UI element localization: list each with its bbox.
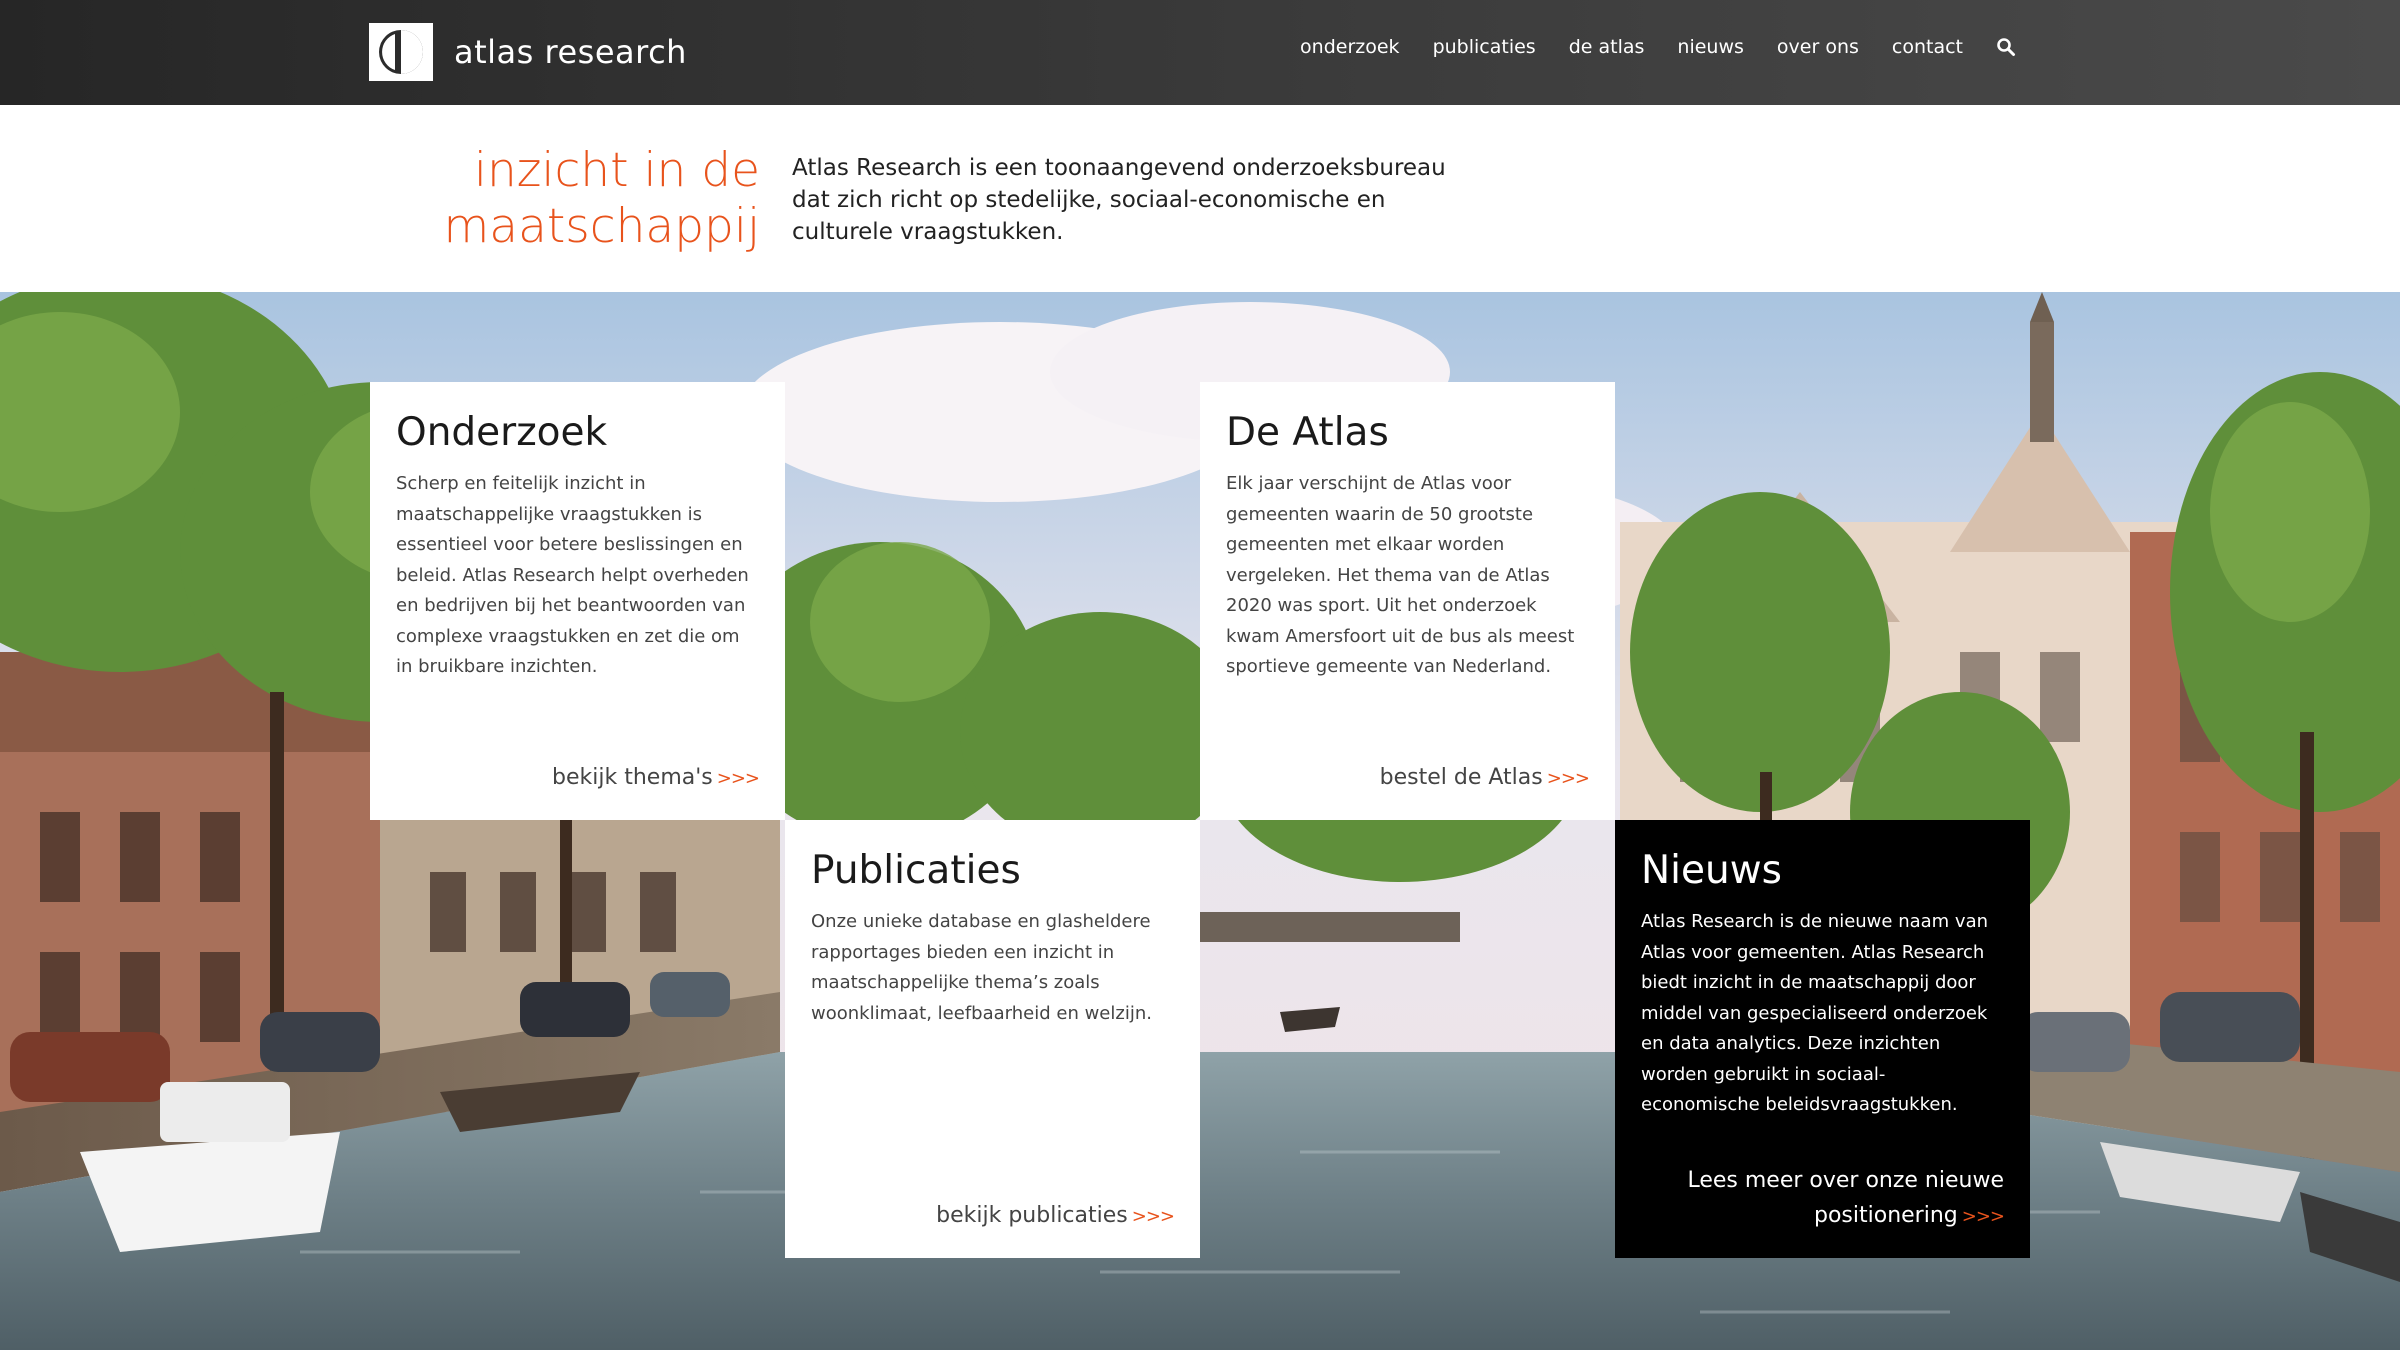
tagline: inzicht in de maatschappij [360, 143, 760, 255]
card-title: Onderzoek [396, 410, 608, 455]
nav-de-atlas[interactable]: de atlas [1569, 36, 1645, 58]
logo-link[interactable]: atlas research [368, 22, 687, 82]
intro-section: inzicht in de maatschappij Atlas Researc… [0, 105, 2400, 292]
hero-section: Onderzoek Scherp en feitelijk inzicht in… [0, 292, 2400, 1350]
intro-text: Atlas Research is een toonaangevend onde… [792, 155, 1446, 245]
card-onderzoek: Onderzoek Scherp en feitelijk inzicht in… [370, 382, 785, 820]
chevrons-right-icon: >>> [1131, 1206, 1175, 1227]
lees-meer-link[interactable]: Lees meer over onze nieuwe positionering… [1644, 1163, 2005, 1234]
card-title: Nieuws [1641, 848, 1782, 893]
nav-contact[interactable]: contact [1892, 36, 1963, 58]
link-label: bekijk publicaties [936, 1203, 1128, 1228]
site-header: atlas research onderzoek publicaties de … [0, 0, 2400, 105]
atlas-logo-icon [369, 23, 433, 81]
tagline-line-2: maatschappij [443, 199, 760, 254]
card-title: De Atlas [1226, 410, 1389, 455]
link-label: bekijk thema's [552, 765, 713, 790]
bekijk-publicaties-link[interactable]: bekijk publicaties >>> [936, 1198, 1175, 1234]
bekijk-themas-link[interactable]: bekijk thema's >>> [552, 760, 760, 796]
link-label: Lees meer over onze nieuwe positionering [1687, 1168, 2004, 1228]
tagline-line-1: inzicht in de [473, 143, 760, 198]
bestel-de-atlas-link[interactable]: bestel de Atlas >>> [1379, 760, 1590, 796]
card-body: Onze unieke database en glasheldere rapp… [811, 911, 1152, 1024]
chevrons-right-icon: >>> [716, 768, 760, 789]
card-title: Publicaties [811, 848, 1021, 893]
card-de-atlas: De Atlas Elk jaar verschijnt de Atlas vo… [1200, 382, 1615, 820]
card-body: Elk jaar verschijnt de Atlas voor gemeen… [1226, 473, 1575, 677]
card-body: Atlas Research is de nieuwe naam van Atl… [1641, 911, 1989, 1115]
card-publicaties: Publicaties Onze unieke database en glas… [785, 820, 1200, 1258]
link-label: bestel de Atlas [1379, 765, 1543, 790]
chevrons-right-icon: >>> [1961, 1206, 2005, 1227]
nav-publicaties[interactable]: publicaties [1433, 36, 1536, 58]
card-body: Scherp en feitelijk inzicht in maatschap… [396, 473, 749, 677]
brand-name: atlas research [454, 33, 687, 71]
nav-nieuws[interactable]: nieuws [1677, 36, 1744, 58]
nav-over-ons[interactable]: over ons [1777, 36, 1859, 58]
search-icon[interactable] [1996, 37, 2016, 57]
chevrons-right-icon: >>> [1546, 768, 1590, 789]
card-nieuws: Nieuws Atlas Research is de nieuwe naam … [1615, 820, 2030, 1258]
nav-onderzoek[interactable]: onderzoek [1300, 36, 1400, 58]
main-nav: onderzoek publicaties de atlas nieuws ov… [1267, 36, 2016, 58]
